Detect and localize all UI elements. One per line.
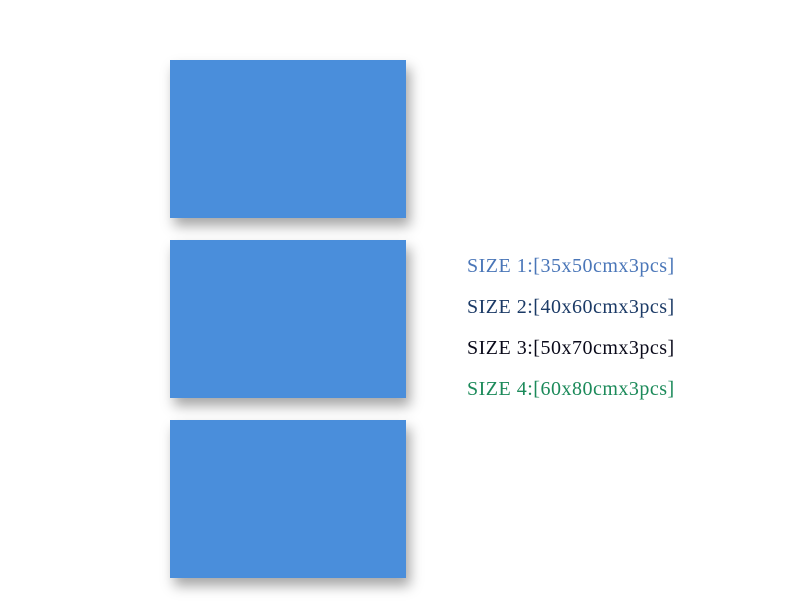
preview-panel bbox=[170, 240, 406, 398]
size-label: SIZE 3: bbox=[467, 337, 533, 359]
size-value: [50x70cmx3pcs] bbox=[533, 337, 674, 359]
size-label: SIZE 1: bbox=[467, 255, 533, 277]
panels-container bbox=[170, 60, 406, 578]
size-option-4: SIZE 4:[60x80cmx3pcs] bbox=[467, 378, 675, 401]
size-label: SIZE 2: bbox=[467, 296, 533, 318]
size-label: SIZE 4: bbox=[467, 378, 533, 400]
preview-panel bbox=[170, 420, 406, 578]
size-value: [35x50cmx3pcs] bbox=[533, 255, 674, 277]
size-value: [40x60cmx3pcs] bbox=[533, 296, 674, 318]
size-option-3: SIZE 3:[50x70cmx3pcs] bbox=[467, 337, 675, 360]
size-value: [60x80cmx3pcs] bbox=[533, 378, 674, 400]
size-option-1: SIZE 1:[35x50cmx3pcs] bbox=[467, 255, 675, 278]
sizes-list: SIZE 1:[35x50cmx3pcs] SIZE 2:[40x60cmx3p… bbox=[467, 255, 675, 401]
size-option-2: SIZE 2:[40x60cmx3pcs] bbox=[467, 296, 675, 319]
preview-panel bbox=[170, 60, 406, 218]
